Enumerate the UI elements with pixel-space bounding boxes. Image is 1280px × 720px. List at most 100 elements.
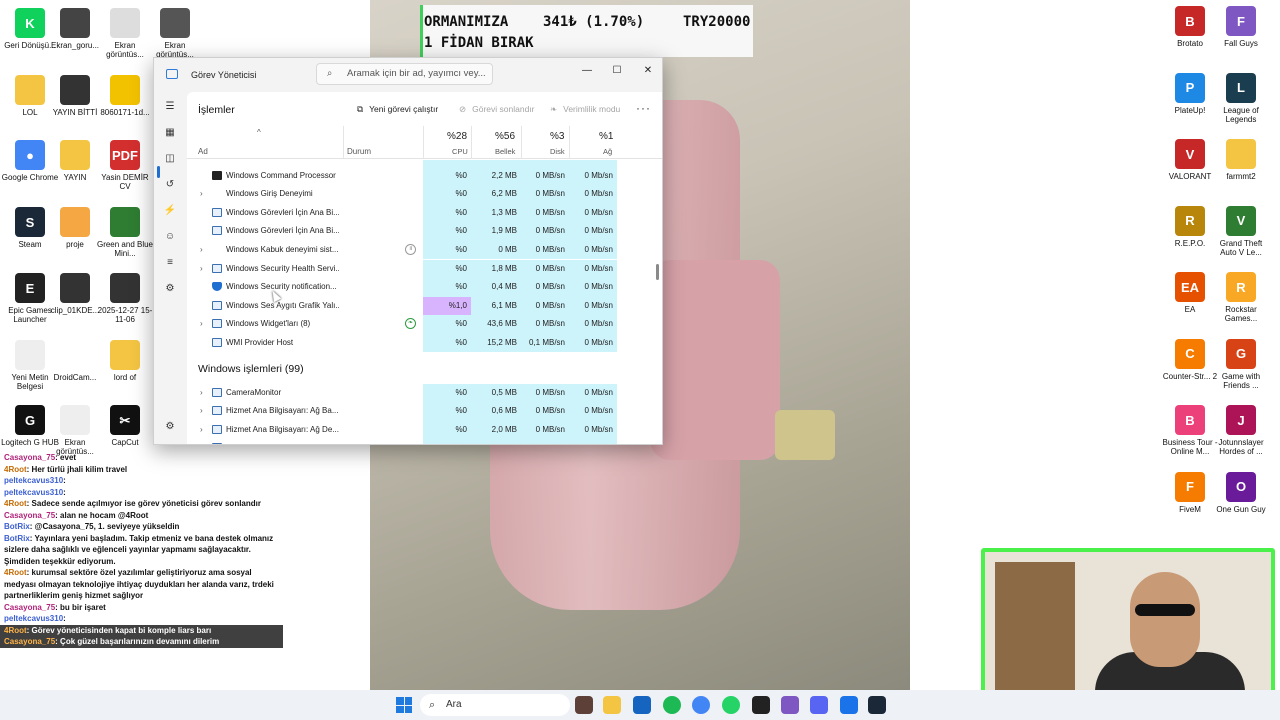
desktop-icon[interactable]: farmmt2 (1211, 139, 1271, 181)
column-status-header[interactable]: Durum (347, 147, 371, 156)
desktop-icon[interactable]: PDF Yasin DEMİR CV (95, 140, 155, 191)
process-row[interactable]: WMI Provider Host %0 15,2 MB 0,1 MB/sn 0 Mb/… (187, 333, 662, 353)
desktop-icon[interactable]: O One Gun Guy (1211, 471, 1271, 514)
expand-chevron-icon[interactable]: › (200, 264, 203, 273)
nav-processes-icon[interactable]: ▦ (163, 126, 177, 140)
file-explorer-icon[interactable] (603, 696, 621, 714)
nav-users-icon[interactable]: ☺ (163, 230, 177, 244)
desktop-icon[interactable]: 8060171-1d... (95, 75, 155, 117)
desktop-app-icon: L (1226, 72, 1256, 103)
expand-chevron-icon[interactable]: › (200, 388, 203, 397)
task-view-icon[interactable] (575, 696, 593, 714)
maximize-button[interactable]: ☐ (602, 62, 632, 80)
desktop-icon[interactable]: Ekran görüntüs... (145, 8, 205, 59)
process-row[interactable]: Windows Security notification... %0 0,4 MB… (187, 278, 662, 297)
banner-goal: TRY20000 (683, 14, 751, 30)
nav-app-history-icon[interactable]: ↺ (163, 178, 177, 192)
disk-cell: 0,1 MB/sn (521, 333, 569, 353)
disk-total-percent[interactable]: %3 (550, 131, 564, 142)
task-manager-window: Görev Yöneticisi ⌕ Aramak için bir ad, y… (153, 57, 663, 445)
process-row[interactable]: › Windows Giriş Deneyimi %0 6,2 MB 0 MB/sn 0 … (187, 185, 662, 204)
task-manager-taskbar-icon[interactable] (840, 696, 858, 714)
chrome-icon[interactable] (692, 696, 710, 714)
process-row[interactable]: Windows Görevleri İçin Ana Bi... %0 1,3 MB… (187, 203, 662, 223)
nav-startup-apps-icon[interactable]: ⚡ (163, 204, 177, 218)
run-new-task-button[interactable]: ⧉ Yeni görevi çalıştır (357, 104, 438, 115)
whatsapp-icon[interactable] (722, 696, 740, 714)
more-options-icon[interactable]: ··· (636, 101, 651, 115)
title-bar[interactable]: Görev Yöneticisi ⌕ Aramak için bir ad, y… (154, 58, 662, 92)
process-row[interactable]: › Windows Kabuk deneyimi sist... ॥ %0 0 MB 0 … (187, 240, 662, 260)
expand-chevron-icon[interactable]: › (200, 406, 203, 415)
desktop-icon-label: Jotunnslayer Hordes of ... (1218, 438, 1264, 456)
spotify-icon[interactable] (663, 696, 681, 714)
desktop-icon[interactable]: G Game with Friends ... (1211, 338, 1271, 390)
desktop-icon[interactable]: F Fall Guys (1211, 6, 1271, 48)
process-group-header[interactable]: Windows işlemleri (99) (187, 359, 662, 378)
minimize-button[interactable]: — (572, 62, 602, 80)
store-icon[interactable] (633, 696, 651, 714)
desktop-icon[interactable]: ✂ CapCut (95, 405, 155, 447)
desktop-icon[interactable]: lord of (95, 340, 155, 382)
cpu-total-percent[interactable]: %28 (447, 131, 467, 142)
disk-cell: 0 MB/sn (521, 166, 569, 186)
search-icon: ⌕ (429, 699, 436, 711)
process-row[interactable]: › CameraMonitor %0 0,5 MB 0 MB/sn 0 Mb/sn (187, 383, 662, 403)
close-button[interactable]: ✕ (633, 62, 662, 80)
steam-icon[interactable] (868, 696, 886, 714)
expand-chevron-icon[interactable]: › (200, 319, 203, 328)
search-placeholder: Aramak için bir ad, yayımcı vey... (347, 68, 486, 79)
obs-icon[interactable] (752, 696, 770, 714)
process-name: Windows Widget'ları (8) (226, 319, 311, 329)
cpu-column-label[interactable]: CPU (452, 147, 468, 156)
network-total-percent[interactable]: %1 (599, 131, 613, 142)
expand-chevron-icon[interactable]: › (200, 425, 203, 434)
process-name: WMI Provider Host (226, 337, 294, 347)
nav-details-icon[interactable]: ≡ (163, 256, 177, 270)
desktop-icon-label: 8060171-1d... (100, 108, 150, 117)
expand-chevron-icon[interactable]: › (200, 443, 203, 444)
desktop-app-icon: ✂ (110, 405, 140, 435)
mem-cell: 2,2 MB (471, 439, 521, 444)
disk-column-label[interactable]: Disk (550, 147, 565, 156)
app-icon[interactable] (781, 696, 799, 714)
taskbar-search[interactable]: ⌕ Ara (420, 694, 570, 716)
process-row[interactable]: Windows Command Processor %0 2,2 MB 0 MB/sn… (187, 166, 662, 186)
end-task-button[interactable]: ⊘ Görevi sonlandır (459, 104, 535, 115)
scrollbar-thumb[interactable] (656, 264, 659, 280)
windows-start-icon[interactable] (396, 697, 412, 713)
process-search-input[interactable]: ⌕ Aramak için bir ad, yayımcı vey... (316, 63, 493, 85)
process-row[interactable]: › Windows Security Health Servi... %0 1,8 M… (187, 259, 662, 279)
chat-message: 4Root: kurumsal sektöre özel yazılımlar … (0, 567, 283, 602)
process-row[interactable]: Windows Ses Aygıtı Grafik Yalı... %1,0 6,1… (187, 296, 662, 316)
process-row[interactable]: › Hizmet Ana Bilgisayarı: Ağ De... %0 2,0 M… (187, 420, 662, 440)
settings-gear-icon[interactable]: ⚙ (163, 420, 177, 434)
desktop-icon[interactable]: Green and Blue Mini... (95, 207, 155, 258)
desktop-icon[interactable]: V Grand Theft Auto V Le... (1211, 205, 1271, 257)
desktop-app-icon (60, 75, 90, 105)
network-column-label[interactable]: Ağ (603, 147, 612, 156)
process-row[interactable]: Windows Görevleri İçin Ana Bi... %0 1,9 MB… (187, 222, 662, 241)
desktop-icon[interactable]: 2025-12-27 15-11-06 (95, 273, 155, 324)
process-row[interactable]: › Windows Widget'ları (8) ❧ %0 43,6 MB 0 MB/s… (187, 315, 662, 334)
expand-chevron-icon[interactable]: › (200, 189, 203, 198)
cpu-cell: %0 (423, 222, 471, 241)
process-row[interactable]: › Hizmet Ana Bilgisayarı: Ağ Hiz... %02,2 … (187, 439, 662, 444)
desktop-icon[interactable]: R Rockstar Games... (1211, 272, 1271, 323)
discord-icon[interactable] (810, 696, 828, 714)
nav-services-icon[interactable]: ⚙ (163, 282, 177, 296)
desktop-icon[interactable]: J Jotunnslayer Hordes of ... (1211, 405, 1271, 456)
memory-column-label[interactable]: Bellek (495, 147, 515, 156)
process-row[interactable]: › Hizmet Ana Bilgisayarı: Ağ Ba... %0 0,6 M… (187, 402, 662, 421)
process-list: Windows Command Processor %0 2,2 MB 0 MB/sn… (187, 160, 662, 444)
efficiency-mode-button[interactable]: ❧ Verimlilik modu (550, 104, 620, 115)
mem-cell: 0,6 MB (471, 402, 521, 421)
desktop-icon[interactable]: L League of Legends (1211, 72, 1271, 124)
column-name-header[interactable]: Ad (198, 147, 208, 156)
desktop-app-icon: K (15, 8, 45, 38)
expand-chevron-icon[interactable]: › (200, 245, 203, 254)
nav-performance-icon[interactable]: ◫ (163, 152, 177, 166)
hamburger-menu-icon[interactable]: ☰ (163, 100, 177, 114)
desktop-app-icon (110, 75, 140, 105)
memory-total-percent[interactable]: %56 (495, 131, 515, 142)
